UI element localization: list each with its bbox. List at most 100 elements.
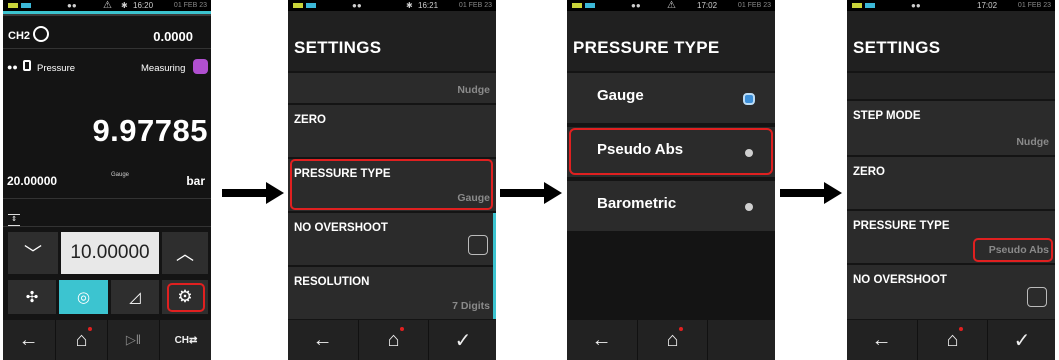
back-arrow-icon: ← xyxy=(312,328,333,351)
flow-arrow-2 xyxy=(500,182,562,204)
bluetooth-icon: ✱ xyxy=(406,1,413,10)
row-label: NO OVERSHOOT xyxy=(294,222,388,234)
page-title: PRESSURE TYPE xyxy=(567,11,775,71)
battery-icon xyxy=(8,3,18,8)
connection-icon: ●● xyxy=(911,1,921,10)
back-arrow-icon: ← xyxy=(591,328,612,351)
back-button[interactable]: ← xyxy=(567,320,636,360)
settings-highlight xyxy=(167,283,205,312)
status-text: Measuring xyxy=(141,63,186,74)
bluetooth-icon: ✱ xyxy=(121,1,128,10)
flow-arrow-1 xyxy=(222,182,284,204)
home-button[interactable]: ⌂ xyxy=(917,320,987,360)
back-arrow-icon: ← xyxy=(871,328,892,351)
settings-row-no-overshoot[interactable]: NO OVERSHOOT xyxy=(288,213,496,265)
option-label: Barometric xyxy=(597,195,677,212)
status-time: 17:02 xyxy=(697,1,718,10)
settings-row-step-mode[interactable]: Nudge xyxy=(288,73,496,103)
settings-screen-updated: ●● 17:02 01 FEB 23 SETTINGS STEP MODE Nu… xyxy=(847,0,1055,360)
status-bar: ●● ⚠ ✱ 16:20 01 FEB 23 xyxy=(3,0,211,11)
radio-selected-icon[interactable] xyxy=(743,93,755,105)
row-label: NO OVERSHOOT xyxy=(853,274,947,286)
status-date: 01 FEB 23 xyxy=(1017,2,1051,9)
chevron-up-icon: ︿ xyxy=(176,244,194,264)
status-time: 17:02 xyxy=(977,1,998,10)
back-button[interactable]: ← xyxy=(847,320,916,360)
unit-label: bar xyxy=(186,174,205,188)
step-mode-value: Nudge xyxy=(1016,136,1049,148)
status-date: 01 FEB 23 xyxy=(737,2,771,9)
status-time: 16:21 xyxy=(418,1,439,10)
settings-row-resolution[interactable]: RESOLUTION 7 Digits xyxy=(288,267,496,319)
main-screen: ●● ⚠ ✱ 16:20 01 FEB 23 CH2 0.0000 ●● Pre… xyxy=(3,0,211,360)
home-icon: ⌂ xyxy=(387,328,400,351)
page-title: SETTINGS xyxy=(288,11,496,71)
step-icon[interactable]: ⇕ xyxy=(8,214,20,226)
option-gauge[interactable]: Gauge xyxy=(567,73,775,123)
status-time: 16:20 xyxy=(133,1,154,10)
back-button[interactable]: ← xyxy=(3,320,54,360)
no-overshoot-checkbox[interactable] xyxy=(1027,287,1047,307)
confirm-button[interactable]: ✓ xyxy=(428,320,496,360)
channel-value: 0.0000 xyxy=(153,29,193,44)
chevron-down-icon: ﹀ xyxy=(24,244,42,264)
option-barometric[interactable]: Barometric xyxy=(567,181,775,231)
step-mode-value: Nudge xyxy=(457,84,490,96)
row-label: STEP MODE xyxy=(853,110,921,122)
radio-icon[interactable] xyxy=(745,203,753,211)
settings-row-step-mode[interactable]: STEP MODE Nudge xyxy=(847,101,1055,155)
nav-bar: ← ⌂ ✓ xyxy=(288,320,496,360)
gauge-dial-icon[interactable] xyxy=(33,26,49,42)
channel-button[interactable]: CH⇄ xyxy=(159,320,211,360)
play-pause-button[interactable]: ▷‖ xyxy=(107,320,159,360)
home-button[interactable]: ⌂ xyxy=(55,320,107,360)
row-label: RESOLUTION xyxy=(294,276,370,288)
decrement-button[interactable]: ﹀ xyxy=(8,232,58,274)
channel-label: CH2 xyxy=(8,30,31,42)
power-icon xyxy=(865,3,875,8)
no-overshoot-checkbox[interactable] xyxy=(468,235,488,255)
nav-bar: ← ⌂ ✓ xyxy=(847,320,1055,360)
back-button[interactable]: ← xyxy=(288,320,357,360)
power-icon xyxy=(585,3,595,8)
home-button[interactable]: ⌂ xyxy=(358,320,428,360)
vent-button[interactable]: ✣ xyxy=(8,280,56,314)
setpoint-field[interactable]: 10.00000 xyxy=(61,232,159,274)
pressure-type-value-highlight xyxy=(973,238,1053,262)
fan-icon: ✣ xyxy=(25,289,39,306)
row-label: ZERO xyxy=(294,114,326,126)
nav-bar: ← ⌂ xyxy=(567,320,775,360)
row-label: PRESSURE TYPE xyxy=(853,220,950,232)
measure-button[interactable]: ◎ xyxy=(59,280,108,314)
measuring-badge-icon[interactable] xyxy=(193,59,208,74)
page-title: SETTINGS xyxy=(847,11,1055,71)
battery-icon xyxy=(572,3,582,8)
module-icon xyxy=(23,60,31,71)
flow-arrow-3 xyxy=(780,182,842,204)
battery-icon xyxy=(293,3,303,8)
control-button[interactable]: ◿ xyxy=(111,280,159,314)
checkmark-icon: ✓ xyxy=(1013,329,1031,352)
status-date: 01 FEB 23 xyxy=(458,2,492,9)
back-arrow-icon: ← xyxy=(18,328,39,351)
pressure-type-highlight xyxy=(290,159,493,210)
empty-nav-slot xyxy=(707,320,775,360)
pressure-type-label: Gauge xyxy=(111,172,130,178)
range-value: 20.00000 xyxy=(7,174,58,188)
warning-icon: ⚠ xyxy=(667,0,676,11)
home-button[interactable]: ⌂ xyxy=(637,320,707,360)
confirm-button[interactable]: ✓ xyxy=(987,320,1055,360)
settings-row-zero[interactable]: ZERO xyxy=(847,157,1055,209)
resolution-value: 7 Digits xyxy=(452,300,490,312)
increment-button[interactable]: ︿ xyxy=(162,232,208,274)
scrollbar[interactable] xyxy=(493,213,496,319)
connection-icon: ●● xyxy=(67,1,77,10)
checkmark-icon: ✓ xyxy=(454,329,472,352)
settings-row-zero[interactable]: ZERO xyxy=(288,105,496,157)
play-pause-icon: ▷‖ xyxy=(125,332,142,347)
settings-row-no-overshoot[interactable]: NO OVERSHOOT xyxy=(847,265,1055,319)
home-icon: ⌂ xyxy=(946,328,959,351)
power-icon xyxy=(306,3,316,8)
home-icon: ⌂ xyxy=(75,328,88,351)
pressure-type-screen: ●● ⚠ 17:02 01 FEB 23 PRESSURE TYPE Gauge… xyxy=(567,0,775,360)
